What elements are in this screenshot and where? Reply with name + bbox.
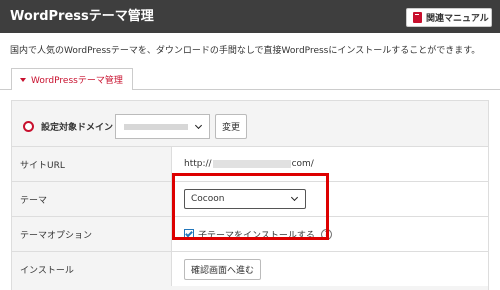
row-theme: テーマ Cocoon xyxy=(12,181,488,216)
domain-selector-row: 設定対象ドメイン 変更 xyxy=(12,108,490,146)
checkmark-icon xyxy=(185,229,193,238)
install-label: インストール xyxy=(12,252,172,286)
radio-icon xyxy=(23,121,34,132)
child-theme-checkbox-label[interactable]: 子テーマをインストールする xyxy=(198,228,315,241)
chevron-down-icon xyxy=(290,193,299,202)
url-suffix: com/ xyxy=(291,159,314,169)
theme-option-value: 子テーマをインストールする ? xyxy=(184,217,332,251)
settings-table: サイトURL http:// com/ テーマ Cocoon テーマオプション xyxy=(12,146,488,286)
row-theme-option: テーマオプション 子テーマをインストールする ? xyxy=(12,216,488,251)
domain-redacted xyxy=(124,124,188,130)
help-icon[interactable]: ? xyxy=(320,228,332,240)
book-icon xyxy=(413,12,422,23)
child-theme-checkbox[interactable] xyxy=(184,229,194,239)
page-description: 国内で人気のWordPressテーマを、ダウンロードの手間なしで直接WordPr… xyxy=(10,46,481,56)
row-install: インストール 確認画面へ進む xyxy=(12,251,488,286)
theme-option-label: テーマオプション xyxy=(12,217,172,251)
site-url-label: サイトURL xyxy=(12,147,172,181)
tab-label: WordPressテーマ管理 xyxy=(31,76,123,86)
row-site-url: サイトURL http:// com/ xyxy=(12,146,488,181)
install-value: 確認画面へ進む xyxy=(184,252,262,286)
theme-value: Cocoon xyxy=(184,182,306,216)
domain-label: 設定対象ドメイン xyxy=(41,123,114,133)
change-domain-button[interactable]: 変更 xyxy=(215,114,247,139)
settings-panel: 設定対象ドメイン 変更 サイトURL http:// com/ テーマ Coco… xyxy=(11,100,489,290)
chevron-down-icon xyxy=(194,121,203,130)
page-title: WordPressテーマ管理 xyxy=(10,9,154,24)
url-redacted xyxy=(212,160,291,168)
related-manual-button[interactable]: 関連マニュアル xyxy=(406,8,492,27)
theme-label: テーマ xyxy=(12,182,172,216)
caret-down-icon xyxy=(20,77,26,82)
proceed-to-confirm-button[interactable]: 確認画面へ進む xyxy=(184,258,262,280)
related-manual-label: 関連マニュアル xyxy=(426,14,489,24)
url-prefix: http:// xyxy=(184,159,212,169)
domain-select[interactable] xyxy=(115,114,210,139)
page-header: WordPressテーマ管理 関連マニュアル xyxy=(0,0,500,33)
site-url-value: http:// com/ xyxy=(184,147,314,181)
theme-select[interactable]: Cocoon xyxy=(184,189,306,209)
theme-selected-value: Cocoon xyxy=(191,194,225,204)
tab-wordpress-theme[interactable]: WordPressテーマ管理 xyxy=(11,68,133,90)
